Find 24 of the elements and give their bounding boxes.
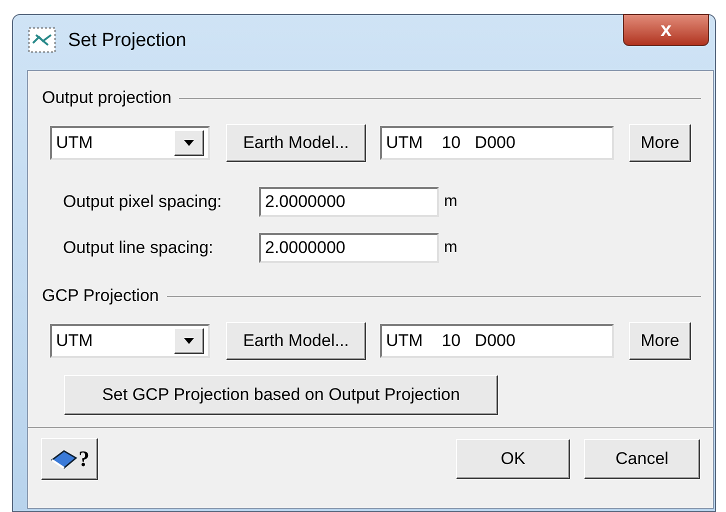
app-icon	[28, 27, 56, 53]
window-title: Set Projection	[68, 29, 186, 53]
spacing-label: Output line spacing:	[63, 237, 214, 260]
earth-model-button[interactable]: Earth Model...	[226, 322, 366, 360]
projection-dropdown[interactable]: UTM	[50, 324, 210, 358]
ok-button[interactable]: OK	[456, 439, 570, 479]
unit-label: m	[444, 192, 458, 212]
spacing-label: Output pixel spacing:	[63, 191, 223, 214]
cancel-button[interactable]: Cancel	[584, 439, 700, 479]
projection-dropdown[interactable]: UTM	[50, 126, 210, 160]
more-button[interactable]: More	[629, 322, 691, 360]
earth-model-button[interactable]: Earth Model...	[226, 124, 366, 162]
unit-label: m	[444, 238, 458, 258]
set-gcp-projection-button[interactable]: Set GCP Projection based on Output Projection	[64, 375, 498, 415]
help-button[interactable]: ?	[41, 438, 98, 480]
section-title: GCP Projection	[41, 285, 160, 308]
projection-code-field[interactable]: UTM 10 D000	[380, 126, 614, 160]
spacing-field[interactable]: 2.0000000	[259, 187, 439, 217]
more-button[interactable]: More	[629, 124, 691, 162]
projection-code-field[interactable]: UTM 10 D000	[380, 324, 614, 358]
close-button[interactable]: x	[623, 14, 709, 46]
spacing-field[interactable]: 2.0000000	[259, 233, 439, 263]
book-icon	[50, 448, 78, 470]
section-title: Output projection	[41, 87, 172, 110]
